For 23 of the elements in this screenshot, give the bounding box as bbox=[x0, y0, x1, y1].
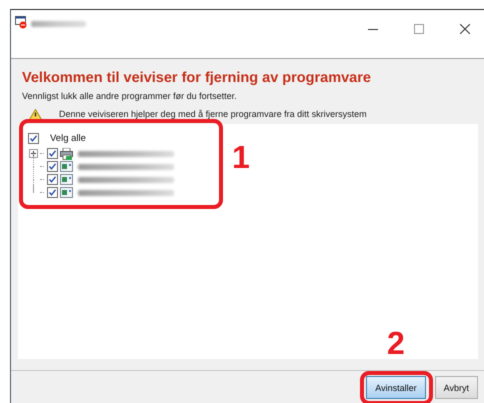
application-icon bbox=[60, 174, 73, 185]
checkbox[interactable] bbox=[47, 174, 58, 185]
checkbox[interactable] bbox=[28, 132, 39, 144]
maximize-icon[interactable] bbox=[414, 24, 424, 34]
select-all-label[interactable]: Velg alle bbox=[50, 132, 86, 144]
notice-text: Denne veiviseren hjelper deg med å fjerne programvare fra ditt skriversystem bbox=[59, 108, 367, 121]
step-number: 1 bbox=[232, 140, 250, 174]
step-number: 2 bbox=[387, 326, 405, 360]
printer-icon bbox=[60, 148, 73, 160]
uninstall-button[interactable]: Avinstaller bbox=[366, 376, 426, 399]
plus-box-icon[interactable] bbox=[29, 149, 38, 158]
application-icon bbox=[60, 161, 73, 172]
instruction-text: Vennligst lukk alle andre programmer før du fortsetter. bbox=[22, 90, 238, 103]
checkbox[interactable] bbox=[47, 148, 58, 159]
application-icon bbox=[60, 187, 73, 198]
warning-icon bbox=[29, 108, 42, 120]
checkbox[interactable] bbox=[47, 187, 58, 198]
wizard-title: Velkommen til veiviser for fjerning av programvare bbox=[22, 69, 372, 88]
cancel-button[interactable]: Avbryt bbox=[434, 376, 478, 399]
blurred-window-title bbox=[31, 21, 86, 27]
checkbox[interactable] bbox=[47, 161, 58, 172]
app-icon bbox=[15, 16, 28, 29]
close-icon[interactable] bbox=[460, 24, 470, 34]
